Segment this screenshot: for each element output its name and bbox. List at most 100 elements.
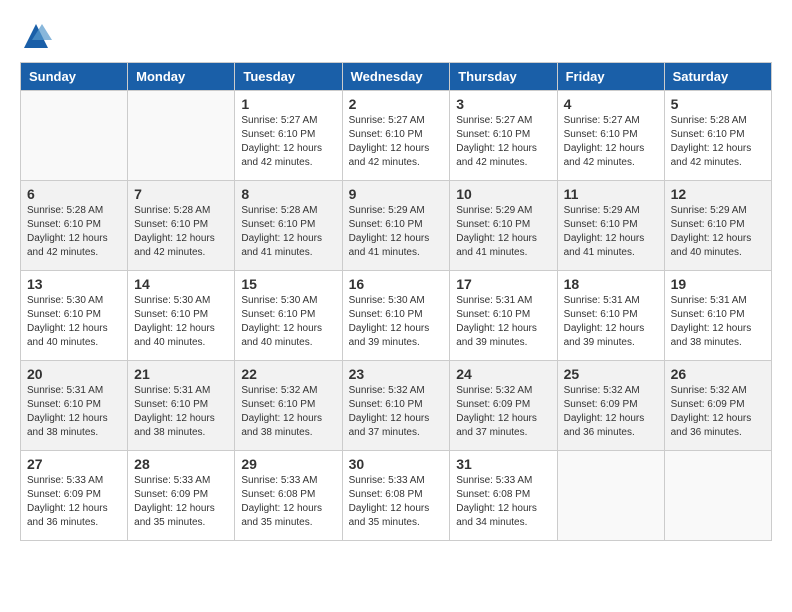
day-info: Sunrise: 5:32 AM Sunset: 6:10 PM Dayligh… [241,384,335,440]
week-row-5: 27 Sunrise: 5:33 AM Sunset: 6:09 PM Dayli… [21,451,772,541]
day-cell: 16 Sunrise: 5:30 AM Sunset: 6:10 PM Dayli… [342,271,450,361]
day-info: Sunrise: 5:28 AM Sunset: 6:10 PM Dayligh… [671,114,765,170]
logo [20,20,58,52]
day-cell: 28 Sunrise: 5:33 AM Sunset: 6:09 PM Dayli… [128,451,235,541]
day-info: Sunrise: 5:27 AM Sunset: 6:10 PM Dayligh… [456,114,550,170]
day-number: 17 [456,276,550,292]
week-row-3: 13 Sunrise: 5:30 AM Sunset: 6:10 PM Dayli… [21,271,772,361]
week-row-2: 6 Sunrise: 5:28 AM Sunset: 6:10 PM Daylig… [21,181,772,271]
day-cell: 11 Sunrise: 5:29 AM Sunset: 6:10 PM Dayli… [557,181,664,271]
day-number: 9 [349,186,444,202]
day-cell: 13 Sunrise: 5:30 AM Sunset: 6:10 PM Dayli… [21,271,128,361]
day-cell: 25Sunrise: 5:32 AM Sunset: 6:09 PM Dayli… [557,361,664,451]
header-cell-wednesday: Wednesday [342,63,450,91]
day-info: Sunrise: 5:29 AM Sunset: 6:10 PM Dayligh… [349,204,444,260]
day-cell: 19 Sunrise: 5:31 AM Sunset: 6:10 PM Dayli… [664,271,771,361]
day-number: 2 [349,96,444,112]
day-number: 26 [671,366,765,382]
day-info: Sunrise: 5:28 AM Sunset: 6:10 PM Dayligh… [241,204,335,260]
day-info: Sunrise: 5:31 AM Sunset: 6:10 PM Dayligh… [456,294,550,350]
day-number: 11 [564,186,658,202]
day-number: 16 [349,276,444,292]
day-number: 27 [27,456,121,472]
day-info: Sunrise: 5:31 AM Sunset: 6:10 PM Dayligh… [564,294,658,350]
day-number: 29 [241,456,335,472]
day-cell: 30Sunrise: 5:33 AM Sunset: 6:08 PM Dayli… [342,451,450,541]
day-info: Sunrise: 5:32 AM Sunset: 6:09 PM Dayligh… [564,384,658,440]
day-cell: 18Sunrise: 5:31 AM Sunset: 6:10 PM Dayli… [557,271,664,361]
day-info: Sunrise: 5:33 AM Sunset: 6:09 PM Dayligh… [27,474,121,530]
day-info: Sunrise: 5:29 AM Sunset: 6:10 PM Dayligh… [564,204,658,260]
header-cell-friday: Friday [557,63,664,91]
day-cell: 24 Sunrise: 5:32 AM Sunset: 6:09 PM Dayli… [450,361,557,451]
day-cell [557,451,664,541]
day-info: Sunrise: 5:31 AM Sunset: 6:10 PM Dayligh… [671,294,765,350]
header-cell-tuesday: Tuesday [235,63,342,91]
day-cell: 20 Sunrise: 5:31 AM Sunset: 6:10 PM Dayli… [21,361,128,451]
day-cell: 5 Sunrise: 5:28 AM Sunset: 6:10 PM Daylig… [664,91,771,181]
day-number: 6 [27,186,121,202]
day-cell: 29 Sunrise: 5:33 AM Sunset: 6:08 PM Dayli… [235,451,342,541]
day-number: 7 [134,186,228,202]
day-info: Sunrise: 5:33 AM Sunset: 6:08 PM Dayligh… [241,474,335,530]
day-info: Sunrise: 5:29 AM Sunset: 6:10 PM Dayligh… [456,204,550,260]
week-row-4: 20 Sunrise: 5:31 AM Sunset: 6:10 PM Dayli… [21,361,772,451]
day-cell: 12 Sunrise: 5:29 AM Sunset: 6:10 PM Dayli… [664,181,771,271]
day-info: Sunrise: 5:32 AM Sunset: 6:09 PM Dayligh… [456,384,550,440]
day-number: 12 [671,186,765,202]
day-cell: 3 Sunrise: 5:27 AM Sunset: 6:10 PM Daylig… [450,91,557,181]
header-cell-sunday: Sunday [21,63,128,91]
day-info: Sunrise: 5:30 AM Sunset: 6:10 PM Dayligh… [134,294,228,350]
day-cell: 26 Sunrise: 5:32 AM Sunset: 6:09 PM Dayli… [664,361,771,451]
day-number: 24 [456,366,550,382]
day-number: 8 [241,186,335,202]
day-info: Sunrise: 5:29 AM Sunset: 6:10 PM Dayligh… [671,204,765,260]
day-number: 10 [456,186,550,202]
day-info: Sunrise: 5:30 AM Sunset: 6:10 PM Dayligh… [27,294,121,350]
day-info: Sunrise: 5:32 AM Sunset: 6:10 PM Dayligh… [349,384,444,440]
header-row: SundayMondayTuesdayWednesdayThursdayFrid… [21,63,772,91]
day-number: 14 [134,276,228,292]
day-cell [21,91,128,181]
day-info: Sunrise: 5:28 AM Sunset: 6:10 PM Dayligh… [134,204,228,260]
day-cell: 27 Sunrise: 5:33 AM Sunset: 6:09 PM Dayli… [21,451,128,541]
day-number: 21 [134,366,228,382]
day-info: Sunrise: 5:30 AM Sunset: 6:10 PM Dayligh… [349,294,444,350]
day-cell: 15Sunrise: 5:30 AM Sunset: 6:10 PM Dayli… [235,271,342,361]
day-number: 3 [456,96,550,112]
day-info: Sunrise: 5:27 AM Sunset: 6:10 PM Dayligh… [241,114,335,170]
day-info: Sunrise: 5:32 AM Sunset: 6:09 PM Dayligh… [671,384,765,440]
day-cell: 22 Sunrise: 5:32 AM Sunset: 6:10 PM Dayli… [235,361,342,451]
day-cell: 6 Sunrise: 5:28 AM Sunset: 6:10 PM Daylig… [21,181,128,271]
day-number: 31 [456,456,550,472]
calendar-body: 1 Sunrise: 5:27 AM Sunset: 6:10 PM Daylig… [21,91,772,541]
day-cell: 23Sunrise: 5:32 AM Sunset: 6:10 PM Dayli… [342,361,450,451]
day-info: Sunrise: 5:31 AM Sunset: 6:10 PM Dayligh… [27,384,121,440]
day-number: 15 [241,276,335,292]
week-row-1: 1 Sunrise: 5:27 AM Sunset: 6:10 PM Daylig… [21,91,772,181]
day-number: 5 [671,96,765,112]
day-cell: 31Sunrise: 5:33 AM Sunset: 6:08 PM Dayli… [450,451,557,541]
day-number: 20 [27,366,121,382]
day-number: 28 [134,456,228,472]
day-cell: 21Sunrise: 5:31 AM Sunset: 6:10 PM Dayli… [128,361,235,451]
header-cell-monday: Monday [128,63,235,91]
day-info: Sunrise: 5:27 AM Sunset: 6:10 PM Dayligh… [349,114,444,170]
day-number: 22 [241,366,335,382]
day-number: 19 [671,276,765,292]
day-number: 30 [349,456,444,472]
day-info: Sunrise: 5:28 AM Sunset: 6:10 PM Dayligh… [27,204,121,260]
day-cell [128,91,235,181]
day-cell: 10 Sunrise: 5:29 AM Sunset: 6:10 PM Dayli… [450,181,557,271]
page-header [20,20,772,52]
day-cell: 9 Sunrise: 5:29 AM Sunset: 6:10 PM Daylig… [342,181,450,271]
day-cell [664,451,771,541]
day-number: 1 [241,96,335,112]
day-cell: 1 Sunrise: 5:27 AM Sunset: 6:10 PM Daylig… [235,91,342,181]
day-number: 4 [564,96,658,112]
day-info: Sunrise: 5:33 AM Sunset: 6:09 PM Dayligh… [134,474,228,530]
day-cell: 17 Sunrise: 5:31 AM Sunset: 6:10 PM Dayli… [450,271,557,361]
day-number: 13 [27,276,121,292]
calendar-header: SundayMondayTuesdayWednesdayThursdayFrid… [21,63,772,91]
calendar-table: SundayMondayTuesdayWednesdayThursdayFrid… [20,62,772,541]
